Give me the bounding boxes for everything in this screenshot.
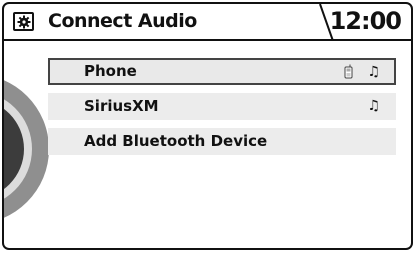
music-note-icon: ♫ [367, 98, 380, 114]
list-item-phone[interactable]: Phone ♫ [48, 58, 396, 85]
music-note-icon: ♫ [367, 63, 380, 80]
title-bar: Connect Audio 12:00 [4, 4, 411, 41]
phone-icon [344, 64, 353, 79]
audio-source-list: Phone ♫ SiriusXM ♫ Add Bluetooth Device [48, 58, 396, 163]
list-item-label: Add Bluetooth Device [84, 132, 268, 150]
list-item-siriusxm[interactable]: SiriusXM ♫ [48, 93, 396, 120]
list-item-label: Phone [84, 62, 137, 80]
clock: 12:00 [329, 7, 402, 35]
infotainment-screen: Connect Audio 12:00 Phone ♫ SiriusXM ♫ A… [2, 2, 413, 250]
list-item-add-bluetooth-device[interactable]: Add Bluetooth Device [48, 128, 396, 155]
list-item-label: SiriusXM [84, 97, 159, 115]
